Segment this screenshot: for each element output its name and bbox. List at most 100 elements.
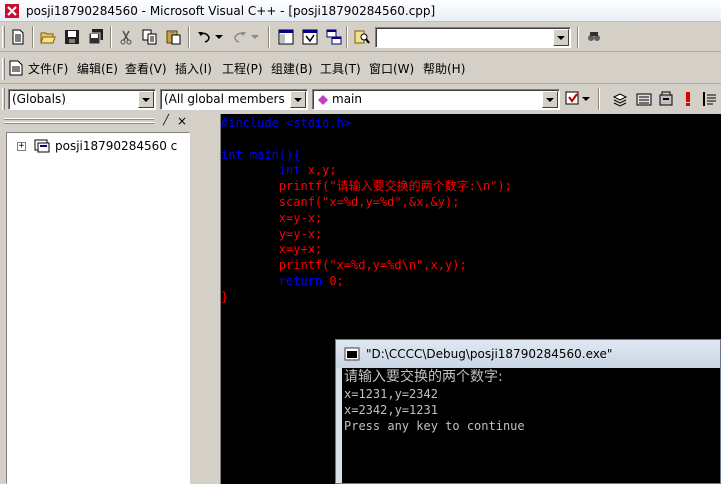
copy-icon[interactable] (140, 27, 160, 47)
title-bar: posji18790284560 - Microsoft Visual C++ … (0, 0, 721, 22)
document-icon (9, 60, 23, 76)
chevron-down-icon[interactable] (542, 91, 558, 108)
code-text-segment: printf("x=%d,y=%d\n",x,y); (221, 258, 467, 273)
code-keyword: int main(){ (221, 147, 301, 162)
code-text-segment: x=y+x; (221, 242, 323, 257)
insert-breakpoint-icon[interactable] (700, 89, 720, 109)
code-text-segment (221, 274, 279, 288)
toolbar-separator (346, 26, 348, 48)
toolbar-separator (268, 26, 270, 48)
menu-project[interactable]: 工程(P) (222, 60, 263, 77)
workspace-tree: + posji18790284560 c (6, 132, 190, 484)
class-combo-value: (Globals) (12, 92, 66, 106)
workspace-icon[interactable] (276, 27, 296, 47)
toolbar-separator (110, 26, 112, 48)
code-line: x=y+x; (221, 242, 512, 258)
code-line: } (221, 290, 512, 306)
member-combo[interactable]: main (312, 89, 560, 110)
class-combo[interactable]: (Globals) (8, 89, 156, 110)
code-text: #include <stdio.h> int main(){ int x,y; p… (221, 116, 512, 306)
build-icon[interactable] (634, 89, 654, 109)
menu-build[interactable]: 组建(B) (271, 60, 313, 77)
toolbar-separator (188, 26, 190, 48)
wizard-action-icon[interactable] (563, 89, 583, 109)
menu-bar: 文件(F) 编辑(E) 查看(V) 插入(I) 工程(P) 组建(B) 工具(T… (0, 52, 721, 84)
code-line: int main(){ (221, 148, 512, 164)
menu-insert[interactable]: 插入(I) (175, 60, 212, 77)
toolbar-separator (577, 26, 579, 48)
menu-file[interactable]: 文件(F) (28, 60, 68, 77)
redo-dropdown-icon[interactable] (250, 27, 260, 47)
new-file-icon[interactable] (8, 27, 28, 47)
code-line: int x,y; (221, 163, 512, 179)
wizard-dropdown-icon[interactable] (581, 89, 591, 109)
function-icon (318, 95, 328, 105)
console-title-bar[interactable]: "D:\CCCC\Debug\posji18790284560.exe" (336, 340, 720, 368)
console-output[interactable]: 请输入要交换的两个数字: x=1231,y=2342 x=2342,y=1231… (342, 368, 720, 483)
redo-icon[interactable] (230, 27, 250, 47)
find-in-files-icon[interactable] (352, 27, 372, 47)
console-title: "D:\CCCC\Debug\posji18790284560.exe" (366, 347, 613, 361)
code-line: printf("x=%d,y=%d\n",x,y); (221, 258, 512, 274)
standard-toolbar (0, 22, 721, 52)
menu-tools[interactable]: 工具(T) (320, 60, 361, 77)
save-all-icon[interactable] (86, 27, 106, 47)
close-icon[interactable]: × (176, 115, 188, 128)
wizard-grip[interactable] (2, 88, 5, 110)
code-line: y=y-x; (221, 227, 512, 243)
compile-icon[interactable] (610, 89, 630, 109)
console-line: Press any key to continue (344, 419, 525, 433)
expand-icon[interactable]: + (17, 141, 26, 151)
undo-icon[interactable] (194, 27, 214, 47)
code-text-segment (221, 163, 279, 177)
window-list-icon[interactable] (324, 27, 344, 47)
code-line: printf("请输入要交换的两个数字:\n"); (221, 179, 512, 195)
find-combo[interactable] (375, 27, 571, 48)
code-text-segment: printf("请输入要交换的两个数字:\n"); (221, 179, 512, 194)
toolbar-grip[interactable] (2, 26, 5, 48)
menu-window[interactable]: 窗口(W) (369, 60, 414, 77)
tree-root-label: posji18790284560 c (55, 139, 178, 153)
cut-icon[interactable] (116, 27, 136, 47)
member-combo-value: main (332, 92, 362, 106)
toolbar-separator (32, 26, 34, 48)
console-line: x=2342,y=1231 (344, 403, 438, 417)
code-line: return 0; (221, 274, 512, 290)
chevron-down-icon[interactable] (553, 29, 569, 46)
find-icon[interactable] (584, 27, 604, 47)
visual-cpp-app-icon (5, 3, 19, 18)
console-line: 请输入要交换的两个数字: (344, 369, 503, 385)
undo-dropdown-icon[interactable] (214, 27, 224, 47)
code-text-segment: } (221, 289, 229, 304)
save-icon[interactable] (62, 27, 82, 47)
workspace-icon (34, 139, 50, 153)
menu-help[interactable]: 帮助(H) (423, 60, 465, 77)
workspace-header: ╱ × (0, 114, 196, 130)
console-window[interactable]: "D:\CCCC\Debug\posji18790284560.exe" 请输入… (335, 339, 721, 484)
build-all-icon[interactable] (656, 89, 676, 109)
paste-icon[interactable] (164, 27, 184, 47)
restore-icon[interactable]: ╱ (160, 116, 172, 128)
chevron-down-icon[interactable] (138, 91, 154, 108)
open-icon[interactable] (38, 27, 58, 47)
workspace-grip[interactable] (4, 122, 154, 124)
menu-view[interactable]: 查看(V) (125, 60, 167, 77)
output-icon[interactable] (300, 27, 320, 47)
code-line: scanf("x=%d,y=%d",&x,&y); (221, 195, 512, 211)
filter-combo-value: (All global members (164, 92, 285, 106)
code-text-segment: scanf("x=%d,y=%d",&x,&y); (221, 194, 460, 209)
menu-grip[interactable] (2, 58, 5, 80)
code-text-segment: y=y-x; (221, 226, 323, 241)
chevron-down-icon[interactable] (290, 91, 306, 108)
tree-root-item[interactable]: + posji18790284560 c (17, 139, 177, 153)
workspace-grip[interactable] (4, 118, 154, 120)
window-title: posji18790284560 - Microsoft Visual C++ … (26, 3, 436, 18)
filter-combo[interactable]: (All global members (160, 89, 308, 110)
execute-icon[interactable] (678, 89, 698, 109)
code-text-segment: x=y-x; (221, 210, 323, 225)
pane-splitter[interactable] (196, 114, 220, 484)
code-keyword: #include <stdio.h> (221, 116, 352, 130)
menu-edit[interactable]: 编辑(E) (77, 60, 118, 77)
console-icon (344, 347, 360, 361)
